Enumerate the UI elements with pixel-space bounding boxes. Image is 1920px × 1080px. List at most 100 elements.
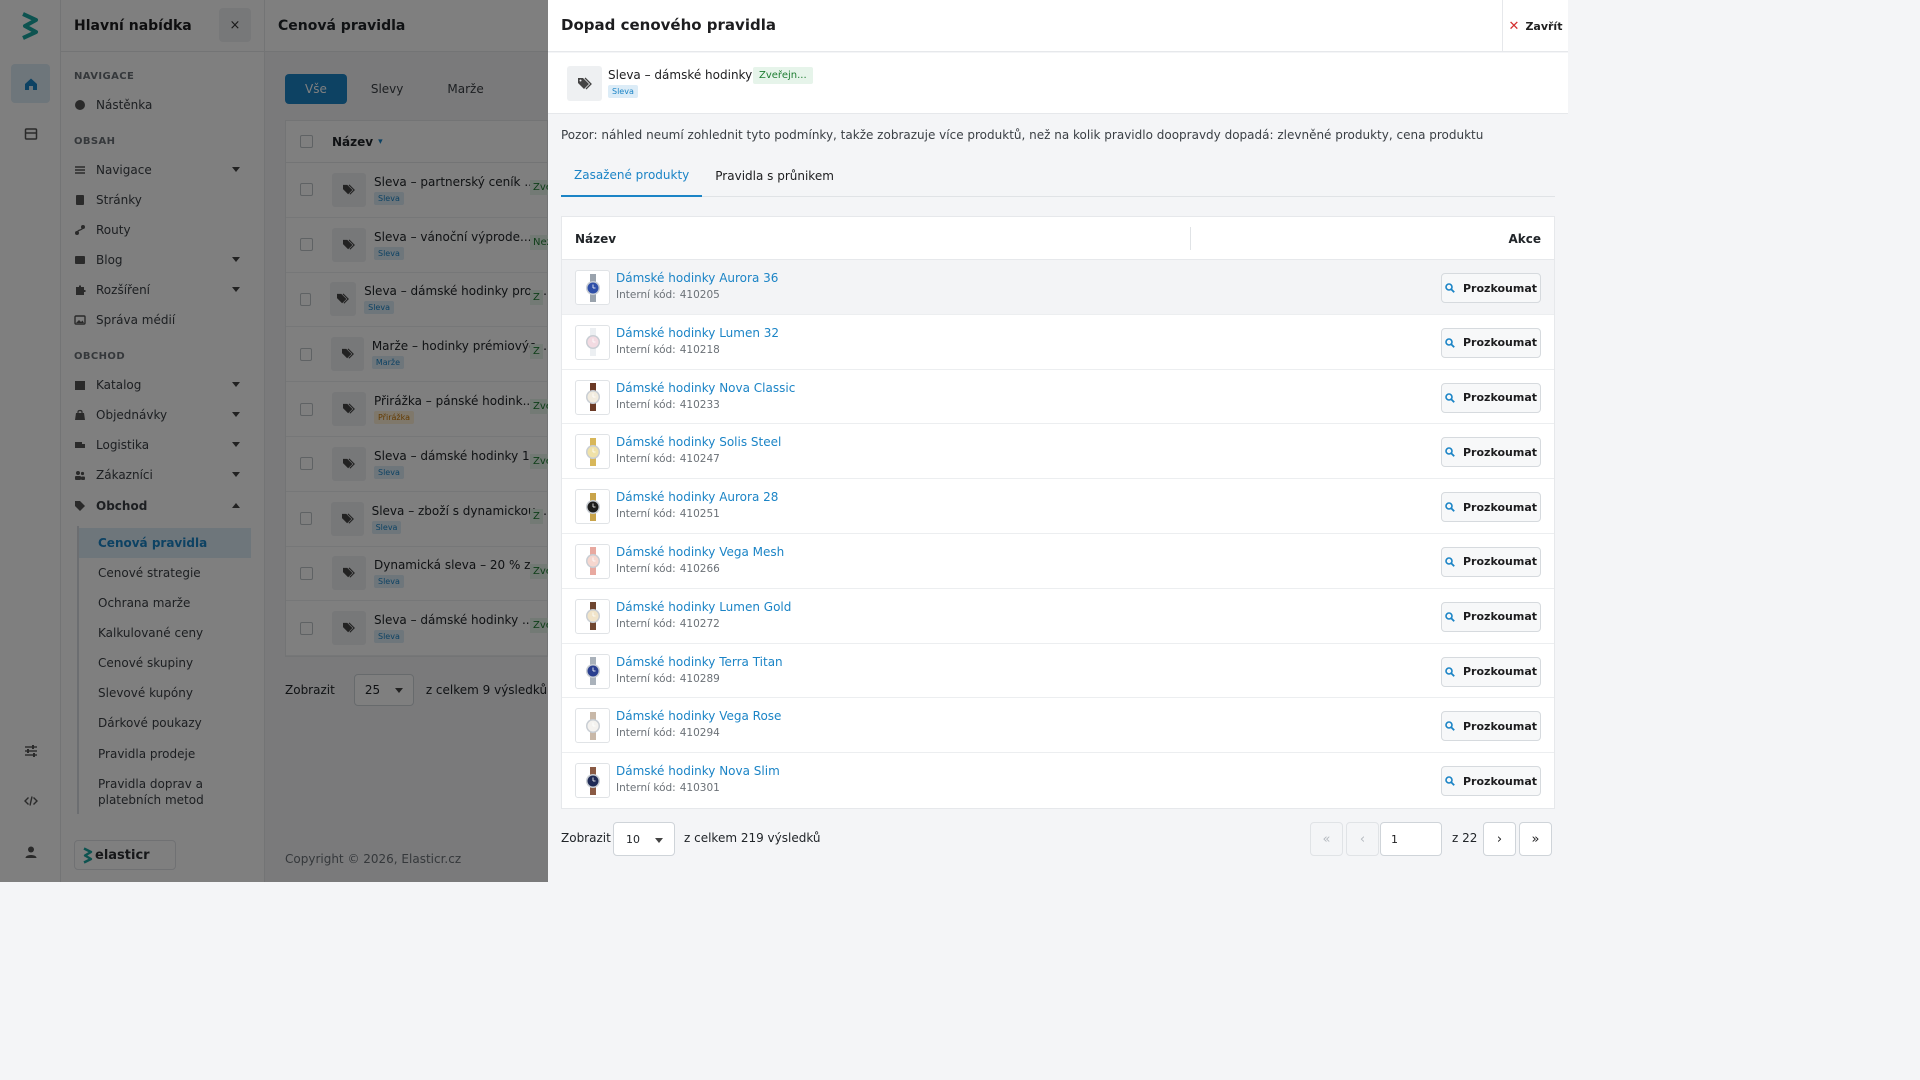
code-label: Interní kód: bbox=[616, 782, 676, 795]
product-code: Interní kód: 410233 bbox=[616, 399, 720, 411]
explore-button[interactable]: Prozkoumat bbox=[1441, 382, 1541, 413]
product-code: Interní kód: 410289 bbox=[616, 673, 720, 685]
code-value: 410218 bbox=[679, 343, 720, 356]
explore-label: Prozkoumat bbox=[1463, 555, 1537, 569]
drawer-tabs: Zasažené produkty Pravidla s průnikem bbox=[561, 155, 1555, 197]
product-name-link[interactable]: Dámské hodinky Aurora 28 bbox=[616, 490, 778, 504]
code-label: Interní kód: bbox=[616, 727, 676, 740]
watch-thumbnail[interactable] bbox=[575, 324, 610, 360]
explore-button[interactable]: Prozkoumat bbox=[1441, 437, 1541, 468]
code-label: Interní kód: bbox=[616, 343, 676, 356]
per-page-select[interactable]: 10 bbox=[613, 822, 675, 856]
product-code: Interní kód: 410218 bbox=[616, 344, 720, 356]
watch-thumbnail[interactable] bbox=[575, 489, 610, 525]
code-value: 410289 bbox=[679, 672, 720, 685]
products-pagination: Zobrazit 10 z celkem 219 výsledků « ‹ z … bbox=[561, 822, 1555, 856]
per-page-value: 10 bbox=[626, 832, 640, 846]
explore-button[interactable]: Prozkoumat bbox=[1441, 327, 1541, 358]
table-row: Dámské hodinky Vega Mesh Interní kód: 4102… bbox=[562, 534, 1554, 589]
table-row: Dámské hodinky Lumen 32 Interní kód: 41021… bbox=[562, 315, 1554, 370]
explore-button[interactable]: Prozkoumat bbox=[1441, 601, 1541, 632]
explore-button[interactable]: Prozkoumat bbox=[1441, 711, 1541, 742]
code-value: 410301 bbox=[679, 782, 720, 795]
product-name-link[interactable]: Dámské hodinky Terra Titan bbox=[616, 655, 783, 669]
modal-backdrop[interactable] bbox=[0, 0, 548, 882]
product-code: Interní kód: 410272 bbox=[616, 618, 720, 630]
watch-thumbnail[interactable] bbox=[575, 763, 610, 799]
next-page-button[interactable]: › bbox=[1483, 822, 1516, 856]
code-label: Interní kód: bbox=[616, 453, 676, 466]
product-name-link[interactable]: Dámské hodinky Nova Slim bbox=[616, 764, 780, 778]
explore-label: Prozkoumat bbox=[1463, 610, 1537, 624]
code-value: 410266 bbox=[679, 562, 720, 575]
watch-thumbnail[interactable] bbox=[575, 379, 610, 415]
product-name-link[interactable]: Dámské hodinky Aurora 36 bbox=[616, 271, 778, 285]
search-icon bbox=[1445, 392, 1455, 403]
search-icon bbox=[1445, 776, 1455, 787]
explore-label: Prozkoumat bbox=[1463, 719, 1537, 733]
explore-button[interactable]: Prozkoumat bbox=[1441, 766, 1541, 797]
search-icon bbox=[1445, 337, 1455, 348]
explore-label: Prozkoumat bbox=[1463, 665, 1537, 679]
code-label: Interní kód: bbox=[616, 289, 676, 301]
table-row: Dámské hodinky Terra Titan Interní kód: 41… bbox=[562, 644, 1554, 699]
table-row: Dámské hodinky Lumen Gold Interní kód: 410… bbox=[562, 589, 1554, 644]
watch-thumbnail[interactable] bbox=[575, 543, 610, 579]
watch-thumbnail[interactable] bbox=[575, 434, 610, 470]
code-label: Interní kód: bbox=[616, 617, 676, 630]
product-code: Interní kód: 410247 bbox=[616, 453, 720, 465]
total-results: z celkem 219 výsledků bbox=[684, 831, 821, 845]
product-code: Interní kód: 410266 bbox=[616, 563, 720, 575]
tab-overlapping-rules[interactable]: Pravidla s průnikem bbox=[702, 155, 847, 197]
product-name-link[interactable]: Dámské hodinky Solis Steel bbox=[616, 435, 781, 449]
rule-impact-drawer: Dopad cenového pravidla ✕ Zavřít Sleva –… bbox=[548, 0, 1568, 882]
product-name-link[interactable]: Dámské hodinky Nova Classic bbox=[616, 381, 795, 395]
product-name-link[interactable]: Dámské hodinky Lumen 32 bbox=[616, 326, 779, 340]
explore-button[interactable]: Prozkoumat bbox=[1441, 492, 1541, 523]
table-row: Dámské hodinky Nova Slim Interní kód: 4103… bbox=[562, 753, 1554, 808]
product-name-link[interactable]: Dámské hodinky Lumen Gold bbox=[616, 600, 791, 614]
product-name-link[interactable]: Dámské hodinky Vega Mesh bbox=[616, 545, 784, 559]
last-page-button[interactable]: » bbox=[1519, 822, 1552, 856]
table-row: Dámské hodinky Aurora 28 Interní kód: 4102… bbox=[562, 479, 1554, 534]
code-value: 410272 bbox=[679, 617, 720, 630]
rule-summary: Sleva – dámské hodinky ... Zveřejn... Sl… bbox=[548, 53, 1568, 114]
explore-button[interactable]: Prozkoumat bbox=[1441, 273, 1541, 303]
drawer-close-button[interactable]: ✕ Zavřít bbox=[1502, 0, 1568, 52]
explore-label: Prozkoumat bbox=[1463, 774, 1537, 788]
table-row: Dámské hodinky Aurora 36 Interní kód: 4102… bbox=[562, 260, 1554, 315]
first-page-button[interactable]: « bbox=[1310, 822, 1343, 856]
explore-button[interactable]: Prozkoumat bbox=[1441, 656, 1541, 687]
watch-thumbnail[interactable] bbox=[575, 598, 610, 634]
rule-type-tag: Sleva bbox=[608, 85, 638, 98]
search-icon bbox=[1445, 447, 1455, 458]
table-row: Dámské hodinky Vega Rose Interní kód: 4102… bbox=[562, 698, 1554, 754]
products-table-header: Název Akce bbox=[562, 217, 1554, 260]
prev-page-button[interactable]: ‹ bbox=[1346, 822, 1379, 856]
rule-status-badge: Zveřejn... bbox=[753, 67, 813, 84]
tab-affected-products[interactable]: Zasažené produkty bbox=[561, 155, 703, 197]
watch-thumbnail[interactable] bbox=[575, 653, 610, 689]
explore-label: Prozkoumat bbox=[1463, 336, 1537, 350]
product-code: Interní kód: 410301 bbox=[616, 782, 720, 794]
product-code: Interní kód: 410251 bbox=[616, 508, 720, 520]
code-value: 410294 bbox=[679, 727, 720, 740]
explore-label: Prozkoumat bbox=[1463, 281, 1537, 295]
page-number-input[interactable] bbox=[1380, 822, 1442, 856]
code-value: 410251 bbox=[679, 508, 720, 521]
column-divider bbox=[1190, 227, 1191, 250]
watch-thumbnail[interactable] bbox=[575, 708, 610, 744]
explore-button[interactable]: Prozkoumat bbox=[1441, 546, 1541, 577]
search-icon bbox=[1445, 502, 1455, 513]
code-value: 410233 bbox=[679, 398, 720, 411]
page-count: z 22 bbox=[1452, 831, 1478, 845]
table-row: Dámské hodinky Nova Classic Interní kód: 4… bbox=[562, 370, 1554, 425]
explore-label: Prozkoumat bbox=[1463, 391, 1537, 405]
search-icon bbox=[1445, 721, 1455, 732]
column-name: Název bbox=[575, 232, 617, 246]
explore-label: Prozkoumat bbox=[1463, 445, 1537, 459]
watch-thumbnail[interactable] bbox=[575, 270, 610, 305]
close-label: Zavřít bbox=[1525, 19, 1563, 33]
product-name-link[interactable]: Dámské hodinky Vega Rose bbox=[616, 709, 781, 723]
preview-notice: Pozor: náhled neumí zohlednit tyto podmí… bbox=[561, 128, 1484, 142]
